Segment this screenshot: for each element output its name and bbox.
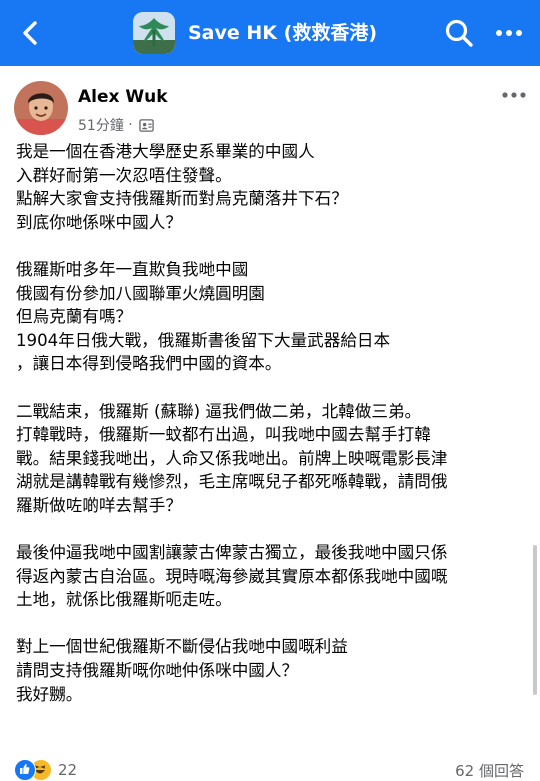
author-avatar[interactable] (14, 81, 68, 135)
more-horizontal-icon (496, 30, 522, 36)
post-line: 點解大家會支持俄羅斯而對烏克蘭落井下石？ (16, 189, 348, 209)
post-text: 我是一個在香港大學歷史系畢業的中國人 入群好耐第一次忍唔住發聲。 點解大家會支持… (16, 140, 528, 706)
post-line: 最後仲逼我哋中國割讓蒙古俾蒙古獨立，最後我哋中國只係 (16, 543, 448, 563)
post-line: 土地，就係比俄羅斯呃走咗。 (16, 590, 232, 610)
post-line: 湖就是講韓戰有幾慘烈，毛主席嘅兒子都死喺韓戰，請問俄 (16, 472, 448, 492)
post-line: 1904年日俄大戰，俄羅斯書後留下大量武器給日本 (16, 330, 391, 350)
meta-separator: · (128, 117, 133, 133)
post-line: 請問支持俄羅斯嘅你哋仲係咪中國人？ (16, 661, 299, 681)
post-line: ，讓日本得到侵略我們中國的資本。 (16, 354, 282, 374)
post-line: 到底你哋係咪中國人？ (16, 212, 182, 232)
group-audience-icon (139, 118, 154, 132)
post-line: 俄羅斯咁多年一直欺負我哋中國 (16, 259, 249, 279)
comment-count[interactable]: 62 個回答 (455, 760, 524, 781)
search-icon (445, 19, 473, 47)
group-logo-icon (133, 12, 175, 54)
back-arrow-icon (23, 21, 37, 45)
like-icon (14, 759, 36, 781)
group-title[interactable]: Save HK (救救香港) (188, 16, 377, 50)
post-line: 俄國有份參加八國聯軍火燒圓明園 (16, 283, 265, 303)
more-horizontal-icon (502, 92, 526, 98)
scrollbar-thumb[interactable] (533, 545, 537, 695)
post-line: 得返內蒙古自治區。現時嘅海參崴其實原本都係我哋中國嘅 (16, 566, 448, 586)
reaction-count: 22 (58, 761, 78, 779)
group-avatar[interactable] (133, 12, 175, 54)
post-line: 羅斯做咗啲咩去幫手？ (16, 495, 182, 515)
author-photo (14, 81, 68, 135)
author-name[interactable]: Alex Wuk (78, 87, 168, 107)
reactions-summary[interactable]: 22 (14, 759, 77, 781)
post-meta: 51分鐘 · (78, 115, 154, 135)
post-line: 入群好耐第一次忍唔住發聲。 (16, 165, 232, 185)
post-line: 對上一個世紀俄羅斯不斷侵佔我哋中國嘅利益 (16, 637, 348, 657)
top-app-bar: Save HK (救救香港) (0, 0, 540, 66)
post-options-button[interactable] (499, 84, 529, 106)
post-line: 但烏克蘭有嗎？ (16, 307, 133, 327)
post-line: 打韓戰時，俄羅斯一蚊都冇出過，叫我哋中國去幫手打韓 (16, 425, 431, 445)
post-line: 我是一個在香港大學歷史系畢業的中國人 (16, 142, 315, 161)
post-time[interactable]: 51分鐘 (78, 118, 124, 134)
post-line: 戰。結果錢我哋出，人命又係我哋出。前牌上映嘅電影長津 (16, 448, 448, 468)
search-button[interactable] (443, 17, 475, 49)
back-button[interactable] (14, 16, 48, 50)
post-line: 我好嬲。 (16, 684, 83, 704)
post-line: 二戰結束，俄羅斯 (蘇聯) 逼我們做二弟，北韓做三弟。 (16, 401, 422, 421)
header-more-button[interactable] (493, 17, 525, 49)
